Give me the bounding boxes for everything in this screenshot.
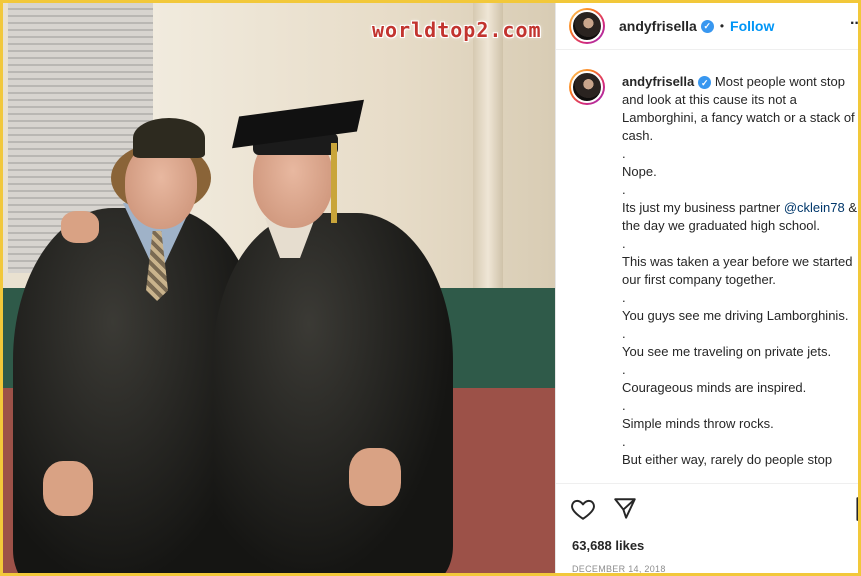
post-header: andyfrisella ✓ • Follow ··· (556, 3, 858, 50)
more-icon[interactable]: ··· (850, 15, 858, 33)
post-date: DECEMBER 14, 2018 (572, 564, 666, 574)
header-username[interactable]: andyfrisella (619, 18, 697, 34)
caption-line: You see me traveling on private jets. (622, 344, 832, 359)
mention-link[interactable]: @cklein78 (784, 200, 845, 215)
caption-avatar[interactable] (569, 69, 605, 105)
caption-line: . (622, 326, 626, 341)
separator-dot: • (719, 19, 725, 33)
caption-line: This was taken a year before we started … (622, 254, 857, 287)
caption-line: andyfrisella ✓ Most people wont stop and … (622, 74, 859, 143)
profile-avatar[interactable] (569, 8, 605, 44)
caption-line: . (622, 398, 626, 413)
post-photo[interactable]: worldtop2.com (3, 3, 555, 573)
caption-line: You guys see me driving Lamborghinis. (622, 308, 849, 323)
caption-line: Courageous minds are inspired. (622, 380, 807, 395)
caption-text: andyfrisella ✓ Most people wont stop and … (622, 73, 859, 469)
heart-icon[interactable] (570, 496, 596, 522)
follow-button[interactable]: Follow (730, 18, 774, 34)
watermark-text: worldtop2.com (372, 18, 542, 42)
caption-line: Its just my business partner @cklein78 &… (622, 200, 858, 233)
caption-line: . (622, 182, 626, 197)
caption-line: . (622, 434, 626, 449)
likes-count[interactable]: 63,688 likes (572, 538, 644, 553)
caption-line: Nope. (622, 164, 657, 179)
caption-line: Simple minds throw rocks. (622, 416, 774, 431)
post-sidebar: andyfrisella ✓ • Follow ··· andyfrisella… (555, 3, 859, 574)
caption-scroll-area[interactable]: andyfrisella ✓ Most people wont stop and … (556, 51, 859, 483)
bookmark-icon[interactable] (852, 496, 858, 522)
caption-line: But either way, rarely do people stop (622, 452, 833, 467)
verified-badge-icon: ✓ (700, 19, 714, 33)
verified-badge-icon: ✓ (698, 76, 712, 90)
caption-line: . (622, 290, 626, 305)
send-icon[interactable] (612, 496, 638, 522)
post-actions (556, 483, 858, 533)
caption-line: . (622, 236, 626, 251)
screenshot-frame: worldtop2.com andyfrisella ✓ • Follow ··… (0, 0, 861, 576)
caption-line: . (622, 362, 626, 377)
caption-line: . (622, 146, 626, 161)
caption-username[interactable]: andyfrisella (622, 74, 694, 89)
